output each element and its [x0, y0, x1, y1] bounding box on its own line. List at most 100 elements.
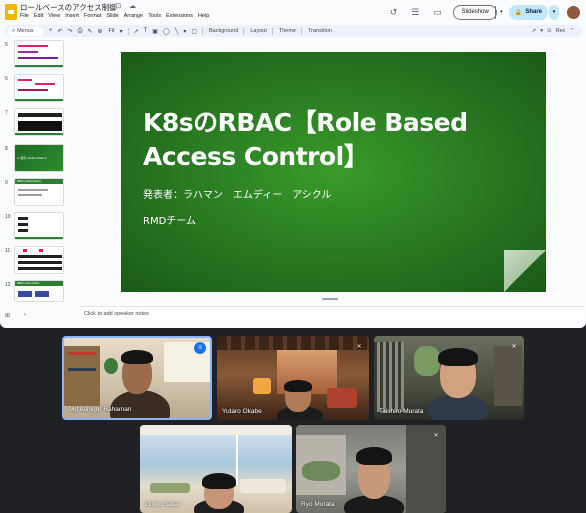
fireplace — [253, 378, 271, 394]
redo-icon[interactable]: ↷ — [68, 28, 73, 35]
line-icon[interactable]: ╲ — [175, 28, 179, 35]
participant-tile[interactable]: ✕ Ryo Murata — [296, 425, 446, 513]
chevron-down-icon[interactable]: ▾ — [540, 28, 543, 34]
slide-team[interactable]: RMDチーム — [143, 212, 196, 227]
slide-thumbnail[interactable] — [14, 74, 64, 102]
speaking-indicator-icon: ≡ — [194, 342, 206, 354]
text-box-icon[interactable]: T — [144, 28, 148, 34]
participant-name: Taishiro Murata — [379, 408, 424, 415]
slide-presenter[interactable]: 発表者：ラハマン エムディー アシクル — [143, 186, 332, 201]
menu-edit[interactable]: Edit — [34, 13, 43, 19]
search-menus[interactable]: ⌕ Menus — [8, 26, 44, 36]
select-cursor-icon[interactable]: ➚ — [134, 28, 139, 35]
participant-hair — [284, 380, 312, 392]
menu-view[interactable]: View — [48, 13, 60, 19]
menu-tools[interactable]: Tools — [148, 13, 161, 19]
zoom-select[interactable]: Fit — [108, 28, 114, 34]
participant-tile[interactable]: ✕ Taishiro Murata — [374, 336, 524, 420]
pointer-icon[interactable]: ➚ — [532, 28, 537, 34]
meet-camera-icon[interactable]: ▭ — [431, 6, 443, 18]
slide-thumbnail[interactable] — [14, 246, 64, 274]
plants — [150, 483, 190, 493]
slideshow-button[interactable]: Slideshow ▾ — [453, 4, 503, 20]
book-row — [68, 352, 96, 355]
mic-muted-icon: ✕ — [279, 432, 285, 439]
chevron-down-icon[interactable]: ▾ — [183, 28, 186, 35]
slide-thumbnail[interactable] — [14, 212, 64, 240]
shape-icon[interactable]: ◯ — [163, 28, 170, 35]
participant-body — [110, 390, 170, 418]
avatar[interactable] — [567, 5, 580, 19]
slide-title[interactable]: K8sのRBAC【Role Based Access Control】 — [143, 106, 543, 174]
theme-button[interactable]: Theme — [279, 28, 296, 34]
slide-thumbnail[interactable]: 2. 認可 (Authorization) — [14, 144, 64, 172]
lock-icon: 🔒 — [514, 9, 523, 16]
undo-icon[interactable]: ↶ — [58, 28, 63, 35]
record-icon[interactable]: ⊙ — [547, 28, 552, 34]
chevron-down-icon[interactable]: ▾ — [120, 28, 123, 35]
chevron-up-icon[interactable]: ⌃ — [569, 28, 574, 34]
grid-view-icon[interactable]: ⊞ — [5, 312, 10, 319]
slide-thumbnail[interactable]: RBAC (Authorization) — [14, 178, 64, 206]
participant-name: Ginko Sakai — [145, 501, 181, 508]
ceiling-beams — [217, 336, 369, 350]
slide-thumbnail[interactable] — [14, 40, 64, 68]
background-button[interactable]: Background — [209, 28, 238, 34]
bookshelf — [64, 346, 100, 406]
plants — [302, 461, 340, 481]
print-icon[interactable]: ⎙ — [78, 28, 83, 35]
image-icon[interactable]: ▣ — [152, 28, 158, 35]
share-dropdown-icon[interactable]: ▾ — [549, 4, 559, 20]
toolbar-divider — [127, 27, 129, 35]
participant-name: Md Ashiqur Rahaman — [69, 406, 132, 413]
slide-number: 6 — [5, 76, 8, 82]
collapse-filmstrip-icon[interactable]: ‹ — [24, 312, 26, 318]
slides-logo-icon[interactable] — [5, 4, 17, 20]
sofa — [240, 479, 286, 493]
participant-tile[interactable]: ✕ Yutaro Okabe — [217, 336, 369, 420]
armchair — [327, 388, 357, 408]
comments-icon[interactable]: ☰ — [409, 6, 421, 18]
menu-file[interactable]: File — [20, 13, 29, 19]
paint-format-icon[interactable]: ✎ — [87, 28, 92, 35]
slide-number: 8 — [5, 146, 8, 152]
share-button[interactable]: 🔒 Share — [508, 4, 548, 20]
slide-number: 7 — [5, 110, 8, 116]
share-label: Share — [525, 9, 542, 15]
slide-thumbnail[interactable]: RBAC Authorization... — [14, 280, 64, 302]
menu-slide[interactable]: Slide — [106, 13, 118, 19]
participant-tile[interactable]: ✕ Ginko Sakai — [140, 425, 292, 513]
menu-extensions[interactable]: Extensions — [166, 13, 193, 19]
history-icon[interactable]: ↺ — [387, 6, 399, 18]
speaker-notes[interactable]: Click to add speaker notes — [80, 306, 584, 320]
slideshow-dropdown-icon[interactable]: ▾ — [494, 5, 507, 19]
notes-resize-handle[interactable] — [322, 298, 338, 300]
participant-tile[interactable]: ≡ Md Ashiqur Rahaman — [62, 336, 212, 420]
layout-button[interactable]: Layout — [250, 28, 267, 34]
top-right-controls: ↺ ☰ ▭ Slideshow ▾ 🔒 Share ▾ — [387, 3, 586, 21]
star-move-cloud-icons[interactable]: ☆ ⊡ ☁ — [101, 2, 139, 10]
ceiling — [140, 425, 292, 435]
current-slide[interactable]: K8sのRBAC【Role Based Access Control】 発表者：… — [121, 52, 546, 292]
comment-add-icon[interactable]: ▢ — [191, 28, 197, 35]
slide-number: 12 — [5, 282, 11, 288]
slide-thumbnail[interactable] — [14, 108, 64, 136]
toolbar-divider — [271, 27, 273, 35]
slide-number: 5 — [5, 42, 8, 48]
toolbar: ⌕ Menus + ↶ ↷ ⎙ ✎ ⊕ Fit ▾ ➚ T ▣ ◯ ╲ ▾ ▢ … — [4, 25, 582, 37]
menu-arrange[interactable]: Arrange — [124, 13, 144, 19]
menu-insert[interactable]: Insert — [65, 13, 79, 19]
speaker-notes-placeholder: Click to add speaker notes — [84, 311, 149, 317]
add-slide-icon[interactable]: + — [49, 28, 53, 34]
transition-button[interactable]: Transition — [308, 28, 332, 34]
participant-hair — [121, 350, 153, 364]
slide-canvas: K8sのRBAC【Role Based Access Control】 発表者：… — [80, 40, 584, 303]
rec-button[interactable]: Rec — [556, 28, 566, 34]
menu-format[interactable]: Format — [84, 13, 101, 19]
slide-number: 10 — [5, 214, 11, 220]
menu-help[interactable]: Help — [198, 13, 209, 19]
blinds — [374, 342, 404, 412]
zoom-icon[interactable]: ⊕ — [97, 28, 102, 35]
participant-hair — [202, 473, 236, 489]
mic-muted-icon: ✕ — [433, 432, 439, 439]
